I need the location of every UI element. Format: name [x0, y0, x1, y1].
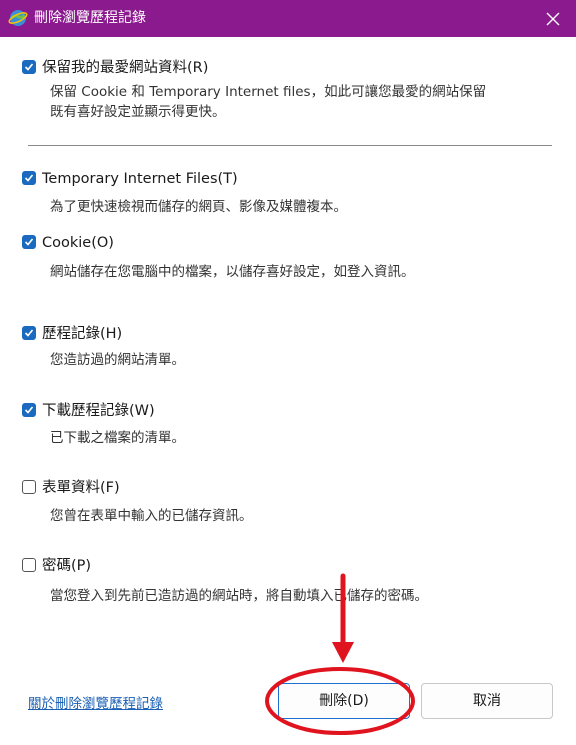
window-title: 刪除瀏覽歷程記錄: [34, 10, 146, 26]
download-history-label: 下載歷程記錄(W): [42, 403, 155, 419]
divider: [28, 145, 552, 146]
cookie-desc: 網站儲存在您電腦中的檔案，以儲存喜好設定，如登入資訊。: [50, 264, 415, 280]
form-data-label: 表單資料(F): [42, 480, 120, 496]
option-cookie[interactable]: Cookie(O): [22, 233, 542, 255]
option-download-history[interactable]: 下載歷程記錄(W): [22, 401, 542, 423]
delete-button[interactable]: 刪除(D): [278, 683, 410, 719]
cancel-button[interactable]: 取消: [421, 683, 553, 719]
passwords-label: 密碼(P): [42, 558, 92, 574]
close-icon: [546, 12, 560, 26]
option-form-data[interactable]: 表單資料(F): [22, 478, 542, 500]
option-temp-files[interactable]: Temporary Internet Files(T): [22, 169, 542, 191]
ie-globe-icon: [8, 8, 28, 28]
option-passwords[interactable]: 密碼(P): [22, 556, 542, 578]
preserve-favorites-label: 保留我的最愛網站資料(R): [42, 60, 209, 76]
title-bar: 刪除瀏覽歷程記錄: [0, 0, 576, 37]
preserve-favorites-desc-line2: 既有喜好設定並顯示得更快。: [50, 104, 226, 120]
history-label: 歷程記錄(H): [42, 326, 123, 342]
temp-files-label: Temporary Internet Files(T): [42, 171, 238, 187]
close-button[interactable]: [530, 0, 576, 37]
preserve-favorites-desc-line1: 保留 Cookie 和 Temporary Internet files，如此可…: [50, 84, 487, 100]
form-data-desc: 您曾在表單中輸入的已儲存資訊。: [50, 508, 253, 524]
preserve-favorites-option[interactable]: 保留我的最愛網站資料(R): [22, 58, 542, 80]
option-history[interactable]: 歷程記錄(H): [22, 324, 542, 346]
passwords-desc: 當您登入到先前已造訪過的網站時，將自動填入已儲存的密碼。: [50, 588, 428, 604]
download-history-desc: 已下載之檔案的清單。: [50, 430, 185, 446]
form-data-checkbox[interactable]: [22, 480, 36, 494]
cookie-label: Cookie(O): [42, 235, 114, 251]
history-checkbox[interactable]: [22, 326, 36, 340]
preserve-favorites-checkbox[interactable]: [22, 60, 36, 74]
history-desc: 您造訪過的網站清單。: [50, 352, 185, 368]
temp-files-checkbox[interactable]: [22, 171, 36, 185]
download-history-checkbox[interactable]: [22, 403, 36, 417]
cookie-checkbox[interactable]: [22, 235, 36, 249]
about-delete-history-link[interactable]: 關於刪除瀏覽歷程記錄: [28, 692, 163, 712]
passwords-checkbox[interactable]: [22, 558, 36, 572]
temp-files-desc: 為了更快速檢視而儲存的網頁、影像及媒體複本。: [50, 199, 347, 215]
